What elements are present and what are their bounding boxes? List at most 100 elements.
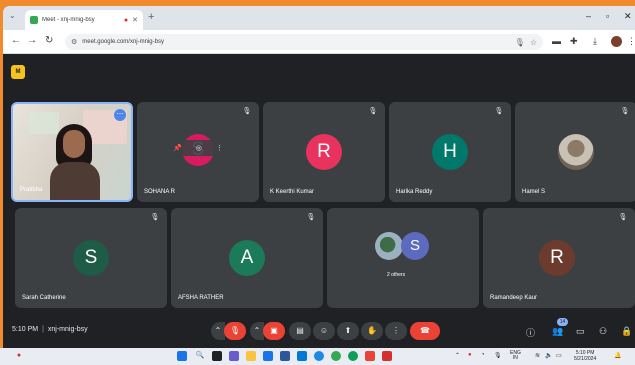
- participant-tile[interactable]: 🎙 Hamel S: [515, 102, 635, 202]
- video-face: [63, 130, 85, 158]
- tab-strip: ⌄ Meet - xnj-mnig-bsy ● ✕ + – ▫ ✕: [3, 6, 635, 30]
- raise-hand-button[interactable]: ✋: [361, 322, 383, 340]
- chat-app-icon[interactable]: [229, 351, 239, 361]
- participant-tile[interactable]: 🎙 H Harika Reddy: [389, 102, 511, 202]
- hide-icon[interactable]: ◎: [196, 144, 202, 152]
- tray-app-icon[interactable]: ●: [468, 352, 472, 358]
- mic-toggle-button[interactable]: 🎙: [224, 322, 246, 340]
- avatar-photo: [375, 232, 403, 260]
- participant-tile[interactable]: 🎙 R K Keerthi Kumar: [263, 102, 385, 202]
- host-controls-icon[interactable]: 🔒: [621, 326, 632, 337]
- volume-icon[interactable]: 🔈: [545, 352, 552, 359]
- video-body: [50, 162, 100, 200]
- reload-icon[interactable]: ↻: [45, 35, 53, 46]
- profile-avatar[interactable]: [611, 36, 622, 47]
- download-icon[interactable]: ⤓: [593, 36, 597, 47]
- others-tile[interactable]: S 2 others: [327, 208, 479, 308]
- tray-chevron-icon[interactable]: ⌃: [455, 352, 460, 359]
- back-icon[interactable]: ←: [11, 35, 21, 46]
- outlook-icon[interactable]: [297, 351, 307, 361]
- battery-icon[interactable]: ▭: [556, 352, 562, 359]
- notification-bell-icon[interactable]: 🔔: [614, 352, 621, 359]
- minimize-button[interactable]: –: [586, 11, 591, 21]
- participant-tile-self[interactable]: ⋯ Pratibha: [11, 102, 133, 202]
- camera-toggle-button[interactable]: ▣: [263, 322, 285, 340]
- avatar-photo: [558, 134, 594, 170]
- leave-call-button[interactable]: ☎: [410, 322, 440, 340]
- chrome-meet-icon[interactable]: [365, 351, 375, 361]
- activities-icon[interactable]: ⚇: [599, 326, 607, 337]
- meeting-code: xnj-mnig-bsy: [47, 326, 88, 333]
- more-options-icon[interactable]: ⋯: [114, 109, 126, 121]
- address-bar[interactable]: ⚙ meet.google.com/xnj-mnig-bsy 🎙 ☆: [65, 34, 543, 50]
- tab-list-icon[interactable]: ⌄: [9, 11, 16, 20]
- mic-icon[interactable]: 🎙: [515, 38, 525, 47]
- meeting-time: 5:10 PM: [12, 326, 39, 333]
- tab-title: Meet - xnj-mnig-bsy: [42, 17, 95, 23]
- chrome-profile-icon[interactable]: [348, 351, 358, 361]
- chrome-icon[interactable]: [331, 351, 341, 361]
- audio-options-chevron[interactable]: ⌃: [211, 322, 225, 340]
- site-info-icon[interactable]: ⚙: [71, 38, 77, 46]
- participant-name: Sarah Catherine: [22, 295, 66, 301]
- language-indicator[interactable]: ENG IN: [510, 351, 521, 361]
- tray-mic-icon[interactable]: 🎙: [494, 352, 502, 359]
- maximize-button[interactable]: ▫: [606, 11, 609, 21]
- people-icon[interactable]: 👥: [552, 326, 563, 337]
- avatar: S: [73, 240, 109, 276]
- mic-off-icon: 🎙: [242, 108, 252, 115]
- window-close-button[interactable]: ✕: [624, 11, 632, 22]
- start-icon[interactable]: [177, 351, 187, 361]
- avatar: H: [432, 134, 468, 170]
- edge-icon[interactable]: [314, 351, 324, 361]
- store-icon[interactable]: [263, 351, 273, 361]
- mic-off-icon: 🎙: [150, 214, 160, 221]
- os-taskbar: ● 🔍 ⌃ ● ◔ 🎙 ENG IN ≋ 🔈 ▭ 5:10 PM 5/21/20…: [0, 348, 635, 365]
- recording-icon: ●: [123, 16, 129, 24]
- mic-off-icon: 🎙: [494, 108, 504, 115]
- participant-tile[interactable]: 🎙 R Ramandeep Kaur: [483, 208, 635, 308]
- more-vert-icon[interactable]: ⋮: [216, 144, 223, 152]
- weather-widget-icon[interactable]: ●: [14, 351, 24, 361]
- avatar: S: [401, 232, 429, 260]
- more-options-button[interactable]: ⋮: [385, 322, 407, 340]
- reactions-button[interactable]: ☺: [313, 322, 335, 340]
- browser-tab[interactable]: Meet - xnj-mnig-bsy ● ✕: [25, 10, 143, 30]
- menu-kebab-icon[interactable]: ⋮: [627, 36, 635, 47]
- mic-off-icon: 🎙: [306, 214, 316, 221]
- extension-icon[interactable]: ▬: [552, 36, 561, 46]
- tray-network-icon[interactable]: ◔: [481, 352, 485, 358]
- task-view-icon[interactable]: [212, 351, 222, 361]
- mail-icon[interactable]: [280, 351, 290, 361]
- captions-button[interactable]: ▤: [289, 322, 311, 340]
- tab-close-icon[interactable]: ✕: [132, 16, 138, 24]
- participant-tile[interactable]: 🎙 A AFSHA RATHER: [171, 208, 323, 308]
- new-tab-button[interactable]: +: [148, 11, 154, 23]
- avatar: R: [539, 240, 575, 276]
- meeting-details-icon[interactable]: ⓘ: [526, 326, 535, 339]
- others-label: 2 others: [387, 272, 406, 278]
- clock-date: 5/21/2024: [574, 356, 597, 362]
- pdf-reader-icon[interactable]: [382, 351, 392, 361]
- participant-name: Harika Reddy: [396, 189, 433, 195]
- photo-image: [558, 134, 594, 170]
- file-explorer-icon[interactable]: [246, 351, 256, 361]
- participant-name: Ramandeep Kaur: [490, 295, 538, 301]
- participant-name: Pratibha: [20, 187, 43, 193]
- chat-icon[interactable]: ▭: [576, 326, 585, 337]
- participant-tile[interactable]: 🎙 S 📌 ◎ ⋮ SOHANA R: [137, 102, 259, 202]
- wifi-icon[interactable]: ≋: [535, 352, 540, 359]
- forward-icon[interactable]: →: [27, 35, 37, 46]
- taskbar-clock[interactable]: 5:10 PM 5/21/2024: [574, 350, 596, 362]
- present-button[interactable]: ⬆: [337, 322, 359, 340]
- avatar: A: [229, 240, 265, 276]
- meeting-info: 5:10 PM | xnj-mnig-bsy: [12, 326, 88, 333]
- participant-tile[interactable]: 🎙 S Sarah Catherine: [15, 208, 167, 308]
- url-text: meet.google.com/xnj-mnig-bsy: [82, 39, 164, 45]
- video-options-chevron[interactable]: ⌃: [250, 322, 264, 340]
- participant-count-badge: 14: [557, 318, 568, 326]
- extensions-puzzle-icon[interactable]: ✚: [570, 36, 578, 47]
- bookmark-star-icon[interactable]: ☆: [530, 38, 537, 47]
- pin-icon[interactable]: 📌: [173, 144, 182, 152]
- search-icon[interactable]: 🔍: [195, 351, 205, 361]
